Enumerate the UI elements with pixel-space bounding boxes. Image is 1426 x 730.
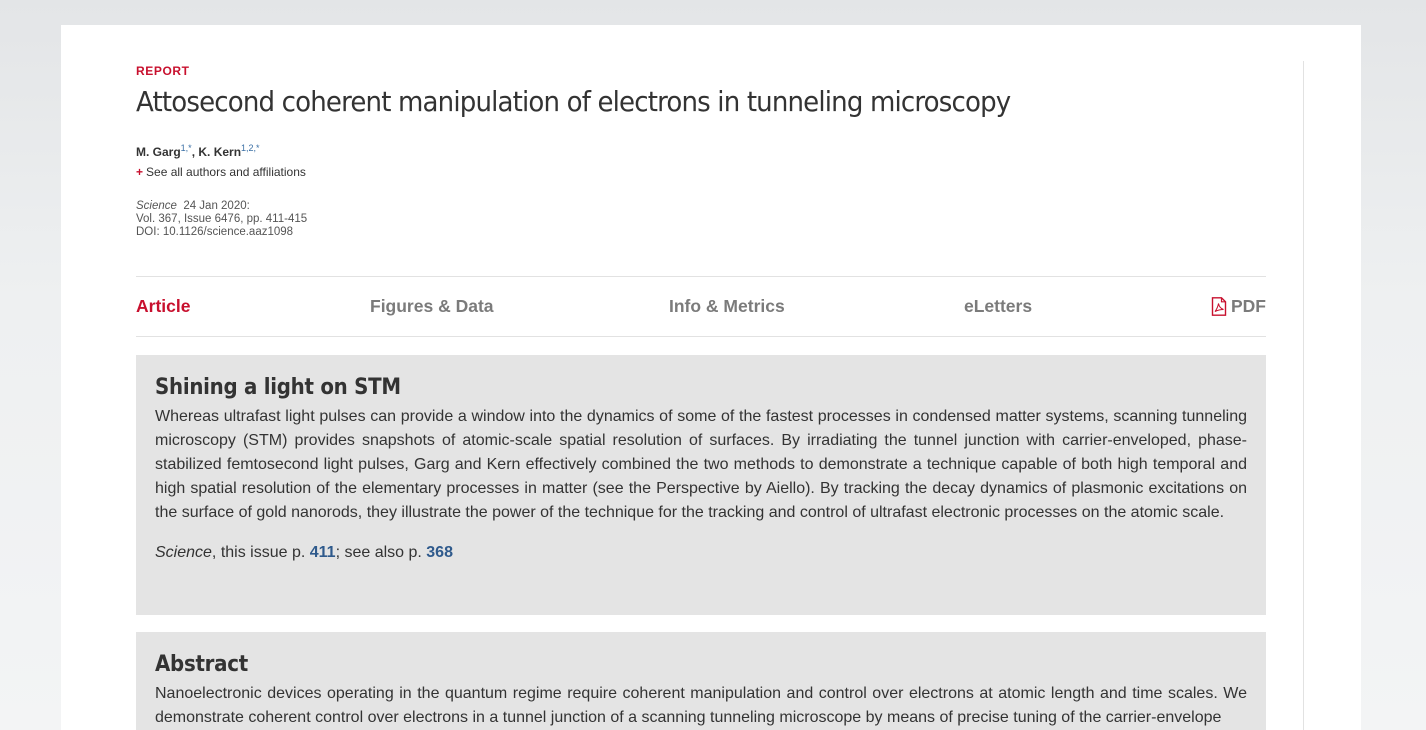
see-all-authors-link[interactable]: + See all authors and affiliations (136, 165, 306, 179)
author-list: M. Garg1,*, K. Kern1,2,* (136, 143, 260, 159)
pdf-label: PDF (1231, 296, 1266, 316)
article-page: REPORT Attosecond coherent manipulation … (61, 25, 1361, 730)
tab-pdf[interactable]: PDF (1211, 296, 1266, 317)
reference-journal: Science (155, 544, 212, 561)
tab-figures-data[interactable]: Figures & Data (370, 296, 494, 317)
reference-text: , this issue p. (211, 544, 310, 561)
article-type-label: REPORT (136, 64, 190, 78)
article-tabs: Article Figures & Data Info & Metrics eL… (136, 276, 1266, 337)
pdf-icon (1211, 297, 1227, 316)
reference-text: ; see also p. (335, 544, 427, 561)
see-all-authors-label: See all authors and affiliations (146, 165, 306, 179)
doi: DOI: 10.1126/science.aaz1098 (136, 226, 294, 238)
journal-name: Science (136, 200, 177, 212)
abstract-heading: Abstract (155, 652, 248, 677)
plus-icon: + (136, 165, 144, 179)
volume-issue: Vol. 367, Issue 6476, pp. 411-415 (136, 213, 308, 225)
page-link-368[interactable]: 368 (426, 544, 453, 561)
tab-article[interactable]: Article (136, 296, 190, 317)
editor-summary: Shining a light on STM Whereas ultrafast… (136, 355, 1266, 615)
author-link[interactable]: M. Garg (136, 145, 181, 159)
publication-date: 24 Jan 2020: (183, 200, 250, 212)
author-affiliation-sup[interactable]: 1,2,* (241, 143, 260, 153)
abstract-body: Nanoelectronic devices operating in the … (155, 685, 1247, 726)
abstract-section: Abstract Nanoelectronic devices operatin… (136, 632, 1266, 730)
tab-eletters[interactable]: eLetters (964, 296, 1032, 317)
article-title: Attosecond coherent manipulation of elec… (136, 85, 1011, 118)
citation-block: Science 24 Jan 2020: Vol. 367, Issue 647… (136, 200, 307, 239)
author-link[interactable]: K. Kern (198, 145, 241, 159)
author-affiliation-sup[interactable]: 1,* (181, 143, 192, 153)
sidebar-divider (1303, 61, 1304, 730)
summary-heading: Shining a light on STM (155, 375, 401, 400)
tab-info-metrics[interactable]: Info & Metrics (669, 296, 785, 317)
summary-body: Whereas ultrafast light pulses can provi… (155, 408, 1247, 521)
page-link-411[interactable]: 411 (310, 544, 336, 561)
summary-reference: Science, this issue p. 411; see also p. … (155, 543, 1247, 563)
